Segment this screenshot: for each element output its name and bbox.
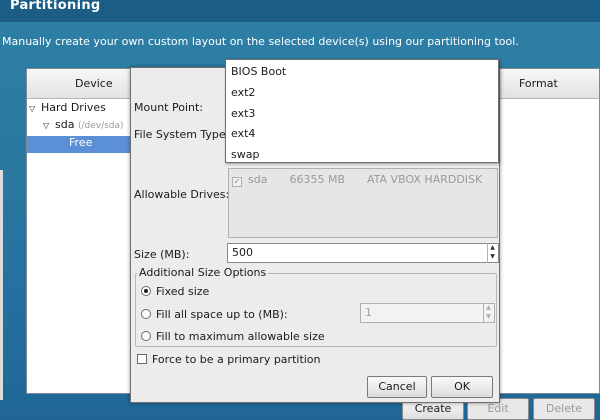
delete-button[interactable]: Delete [533,398,595,420]
drive-name: sda [248,173,268,186]
fs-type-dropdown[interactable]: BIOS Boot ext2 ext3 ext4 swap [225,59,499,163]
mount-point-label: Mount Point: [134,101,203,114]
checkbox-icon[interactable] [137,354,147,364]
column-header-format[interactable]: Format [519,77,558,90]
radio-fixed-size[interactable]: Fixed size [141,285,209,298]
primary-partition-checkbox[interactable]: Force to be a primary partition [137,353,321,366]
size-input[interactable]: 500 [227,243,499,263]
primary-partition-label: Force to be a primary partition [152,353,321,366]
page-subtitle: Manually create your own custom layout o… [2,35,519,48]
fs-option-swap[interactable]: swap [231,148,259,161]
column-header-device[interactable]: Device [75,77,113,90]
triangle-down-icon[interactable]: ▽ [43,121,55,130]
radio-fill-up-to[interactable]: Fill all space up to (MB): [141,308,288,321]
radio-icon[interactable] [141,309,151,319]
drive-model: ATA VBOX HARDDISK [367,173,483,186]
fs-option-ext2[interactable]: ext2 [231,86,255,99]
tree-row-hard-drives[interactable]: ▽ Hard Drives [29,101,106,117]
ok-button[interactable]: OK [431,376,493,398]
radio-icon[interactable] [141,331,151,341]
allowable-drives-list: ✓ sda 66355 MB ATA VBOX HARDDISK [228,168,498,238]
fill-up-to-input[interactable]: 1 [360,303,495,323]
check-icon: ✓ [232,177,242,187]
spin-arrows-icon[interactable]: ▲ ▼ [483,303,493,323]
additional-size-options-title: Additional Size Options [137,266,269,279]
fs-option-ext3[interactable]: ext3 [231,107,255,120]
radio-icon[interactable] [141,286,151,296]
tree-row-sublabel: (/dev/sda) [77,121,124,131]
tree-row-free[interactable]: Free [27,136,135,153]
tree-row-label: Hard Drives [41,101,106,114]
drive-size: 66355 MB [289,173,345,186]
drive-row-sda: ✓ sda 66355 MB ATA VBOX HARDDISK [232,173,504,187]
spin-arrows-icon[interactable]: ▲ ▼ [487,243,497,263]
tree-row-label: sda [55,118,75,131]
fs-option-bios-boot[interactable]: BIOS Boot [231,65,286,78]
radio-fill-max[interactable]: Fill to maximum allowable size [141,330,325,343]
triangle-down-icon[interactable]: ▽ [29,104,41,113]
radio-label: Fill all space up to (MB): [156,308,288,321]
radio-label: Fill to maximum allowable size [156,330,325,343]
cancel-button[interactable]: Cancel [367,376,427,398]
page-title: Partitioning [10,0,101,13]
allowable-drives-label: Allowable Drives: [134,188,230,201]
fs-option-ext4[interactable]: ext4 [231,127,255,140]
size-label: Size (MB): [134,248,190,261]
fs-type-label: File System Type: [134,128,230,141]
radio-label: Fixed size [156,285,210,298]
window-edge [0,170,3,400]
tree-row-sda[interactable]: ▽ sda (/dev/sda) [43,118,124,134]
tree-row-label: Free [69,136,93,149]
